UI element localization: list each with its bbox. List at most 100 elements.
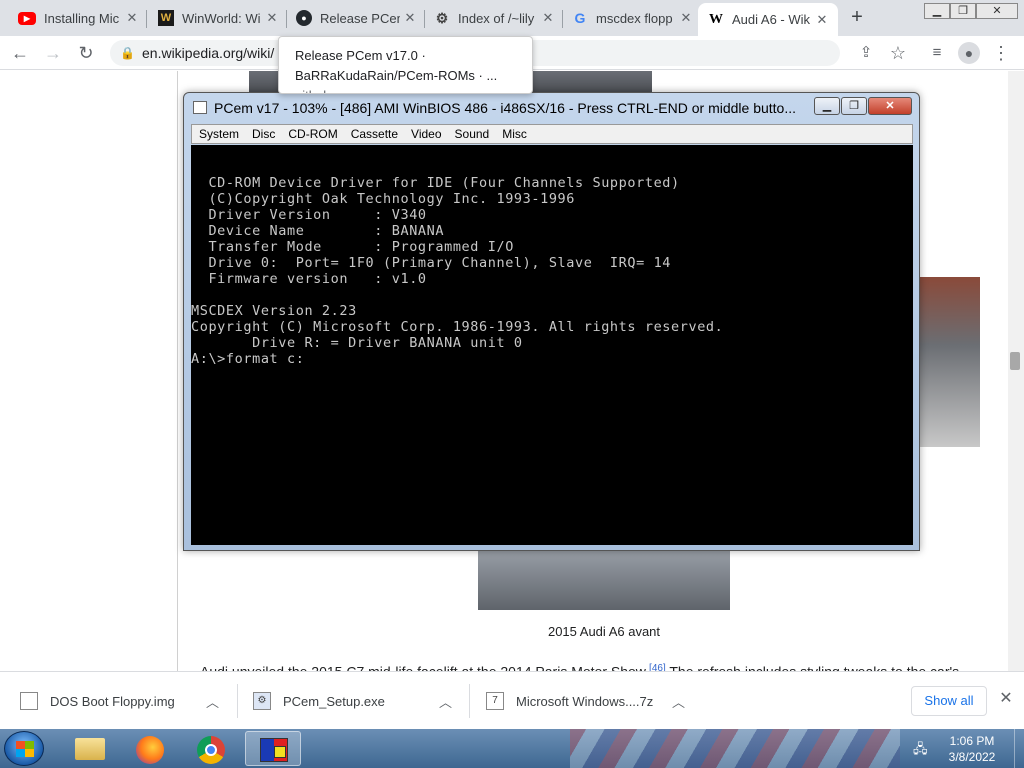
divider	[469, 684, 470, 718]
maximize-button[interactable]: ❐	[950, 3, 976, 19]
close-window-button[interactable]: ✕	[976, 3, 1018, 19]
tab-mscdex[interactable]: G mscdex flopp ✕	[562, 3, 702, 33]
pcem-window[interactable]: PCem v17 - 103% - [486] AMI WinBIOS 486 …	[183, 92, 920, 551]
menu-system[interactable]: System	[192, 127, 245, 141]
pcem-close-button[interactable]: ✕	[868, 97, 912, 115]
close-icon[interactable]: ✕	[400, 10, 420, 26]
url-text: en.wikipedia.org/wiki/	[142, 45, 275, 61]
show-all-button[interactable]: Show all	[911, 686, 987, 716]
menu-sound[interactable]: Sound	[448, 127, 496, 141]
tab-winworld[interactable]: W WinWorld: Wi ✕	[148, 3, 288, 33]
close-icon[interactable]: ✕	[676, 10, 696, 26]
close-icon[interactable]: ✕	[122, 10, 142, 26]
tab-audi-a6[interactable]: W Audi A6 - Wik ✕	[698, 3, 838, 36]
clock-time: 1:06 PM	[949, 734, 995, 748]
menu-cdrom[interactable]: CD-ROM	[281, 127, 343, 141]
archive-icon: 7	[486, 692, 504, 710]
tab-index-of[interactable]: ⚙ Index of /~lily ✕	[424, 3, 564, 33]
minimize-button[interactable]: ▁	[924, 3, 950, 19]
chrome-icon-center	[205, 744, 217, 756]
youtube-icon: ▶	[18, 11, 36, 25]
start-button[interactable]	[4, 731, 44, 766]
dos-line: CD-ROM Device Driver for IDE (Four Chann…	[191, 175, 680, 191]
dos-line: Device Name : BANANA	[191, 223, 445, 239]
pcem-app-icon	[193, 101, 207, 114]
image-caption: 2015 Audi A6 avant	[547, 624, 661, 639]
firefox-icon	[136, 736, 164, 764]
folder-icon	[75, 738, 105, 760]
chevron-up-icon[interactable]: ︿	[206, 692, 219, 711]
dos-line: Drive R: = Driver BANANA unit 0	[191, 335, 523, 351]
menu-disc[interactable]: Disc	[245, 127, 281, 141]
tab-title: Installing Mic	[44, 10, 120, 26]
pcem-window-title: PCem v17 - 103% - [486] AMI WinBIOS 486 …	[214, 100, 797, 116]
tooltip-title-cont: BaRRaKudaRain/PCem-ROMs · ...	[295, 68, 498, 83]
download-item[interactable]: DOS Boot Floppy.img ︿	[20, 672, 230, 730]
tooltip-title: Release PCem v17.0 ·	[295, 48, 426, 63]
reload-icon[interactable]: ↻	[75, 42, 97, 64]
show-desktop-button[interactable]	[1014, 729, 1024, 768]
dos-line: MSCDEX Version 2.23	[191, 303, 357, 319]
pcem-minimize-button[interactable]: ▁	[814, 97, 840, 115]
tab-title: WinWorld: Wi	[182, 10, 261, 26]
tab-installing[interactable]: ▶ Installing Mic ✕	[8, 3, 148, 33]
server-icon: ⚙	[435, 9, 449, 26]
menu-cassette[interactable]: Cassette	[344, 127, 404, 141]
car-image-audi-a6-avant[interactable]	[478, 548, 730, 610]
emulator-screen[interactable]: CD-ROM Device Driver for IDE (Four Chann…	[191, 145, 913, 545]
sidebar-divider	[177, 71, 178, 671]
menu-icon[interactable]: ⋮	[990, 42, 1012, 64]
download-item[interactable]: 7 Microsoft Windows....7z ︿	[486, 672, 696, 730]
pcem-maximize-button[interactable]: ❐	[841, 97, 867, 115]
close-icon[interactable]: ✕	[996, 689, 1016, 709]
forward-icon[interactable]: →	[42, 42, 64, 64]
pcem-icon-accent	[274, 746, 286, 758]
tab-title: Release PCem	[320, 10, 400, 26]
github-icon: ●	[296, 10, 312, 26]
new-tab-button[interactable]: +	[846, 6, 868, 28]
winworld-icon: W	[158, 10, 174, 26]
back-icon[interactable]: ←	[9, 42, 31, 64]
profile-icon[interactable]: ●	[958, 42, 980, 64]
dos-line: Copyright (C) Microsoft Corp. 1986-1993.…	[191, 319, 724, 335]
taskbar-explorer[interactable]	[62, 731, 118, 766]
windows-taskbar: 🖧 1:06 PM 3/8/2022	[0, 729, 1024, 768]
download-shelf: DOS Boot Floppy.img ︿ ⚙ PCem_Setup.exe ︿…	[0, 671, 1024, 729]
chevron-up-icon[interactable]: ︿	[672, 692, 685, 711]
download-item[interactable]: ⚙ PCem_Setup.exe ︿	[253, 672, 463, 730]
tab-strip: ▶ Installing Mic ✕ W WinWorld: Wi ✕ ● Re…	[0, 0, 1024, 36]
menu-misc[interactable]: Misc	[495, 127, 533, 141]
clock-date: 3/8/2022	[948, 750, 996, 764]
car-image-right	[910, 277, 980, 447]
dos-prompt: A:\>format c:	[191, 351, 305, 367]
tab-hover-tooltip: Release PCem v17.0 · BaRRaKudaRain/PCem-…	[278, 36, 533, 94]
download-filename: PCem_Setup.exe	[283, 693, 385, 709]
tab-separator	[146, 10, 147, 28]
network-icon[interactable]: 🖧	[913, 740, 931, 756]
taskbar-pcem[interactable]	[245, 731, 301, 766]
download-filename: Microsoft Windows....7z	[516, 693, 654, 709]
chevron-up-icon[interactable]: ︿	[439, 692, 452, 711]
taskbar-firefox[interactable]	[123, 731, 179, 766]
bookmark-star-icon[interactable]: ☆	[887, 42, 909, 64]
download-filename: DOS Boot Floppy.img	[50, 693, 175, 709]
close-icon[interactable]: ✕	[538, 10, 558, 26]
system-clock[interactable]: 1:06 PM 3/8/2022	[940, 733, 1004, 765]
share-icon[interactable]: ⇪	[855, 42, 877, 64]
scrollbar-thumb[interactable]	[1010, 352, 1020, 370]
divider	[237, 684, 238, 718]
tab-title: mscdex flopp	[596, 10, 673, 26]
tab-release-pcem[interactable]: ● Release PCem ✕	[286, 3, 426, 33]
close-icon[interactable]: ✕	[812, 12, 832, 28]
installer-icon: ⚙	[253, 692, 271, 710]
page-scrollbar[interactable]	[1008, 71, 1024, 671]
desktop-wallpaper-strip	[570, 729, 900, 768]
file-icon	[20, 692, 38, 710]
lock-icon: 🔒	[120, 46, 135, 60]
close-icon[interactable]: ✕	[262, 10, 282, 26]
menu-video[interactable]: Video	[404, 127, 447, 141]
tab-title: Audi A6 - Wik	[732, 12, 811, 27]
taskbar-chrome[interactable]	[184, 731, 240, 766]
dos-line: Drive 0: Port= 1F0 (Primary Channel), Sl…	[191, 255, 672, 271]
reading-list-icon[interactable]: ≡	[926, 42, 948, 64]
